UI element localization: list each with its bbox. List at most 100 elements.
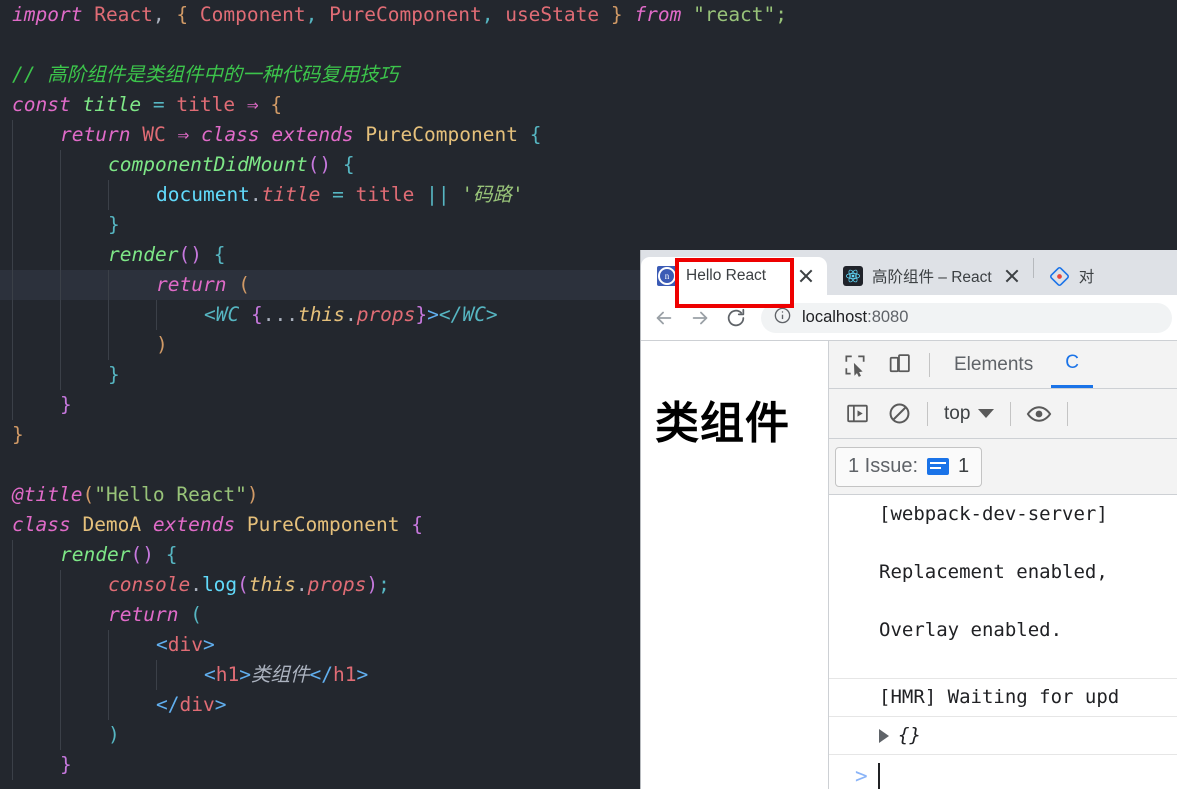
browser-tab-gaojie-zujian[interactable]: 高阶组件 – React — [827, 257, 1033, 295]
code-line[interactable]: const title = title ⇒ { — [0, 90, 1177, 120]
console-message-line: Replacement enabled, — [879, 561, 1108, 583]
execution-context-select[interactable]: top — [936, 403, 1002, 425]
inspect-element-icon[interactable] — [835, 345, 875, 385]
code-line[interactable]: } — [0, 210, 1177, 240]
indent-guide — [60, 270, 61, 300]
toolbar-divider — [927, 401, 928, 426]
code-line-text: componentDidMount() { — [108, 153, 355, 176]
code-line-text: } — [60, 393, 72, 416]
device-toolbar-icon[interactable] — [879, 345, 919, 385]
toolbar-divider — [1067, 401, 1069, 426]
indent-guide — [60, 150, 61, 180]
indent-guide — [108, 660, 109, 690]
code-line-text: import React, { Component, PureComponent… — [12, 3, 788, 26]
page-viewport: 类组件 — [641, 341, 829, 789]
url-host: localhost — [802, 308, 868, 326]
code-line[interactable]: import React, { Component, PureComponent… — [0, 0, 1177, 30]
code-line[interactable]: document.title = title || '码路' — [0, 180, 1177, 210]
issues-bar: 1 Issue: 1 — [829, 439, 1177, 495]
console-message-group: [webpack-dev-server] Replacement enabled… — [829, 495, 1177, 679]
issues-count: 1 — [958, 455, 970, 477]
indent-guide — [60, 360, 61, 390]
indent-guide — [12, 540, 13, 570]
indent-guide — [12, 150, 13, 180]
browser-tab-strip: n Hello React 高阶组件 – React 对 — [641, 250, 1177, 308]
console-output[interactable]: [webpack-dev-server] Replacement enabled… — [829, 495, 1177, 789]
reload-icon[interactable] — [719, 301, 753, 335]
expand-triangle-icon[interactable] — [879, 728, 889, 743]
console-object-row[interactable]: {} — [829, 717, 1177, 755]
issues-chip[interactable]: 1 Issue: 1 — [835, 446, 983, 487]
react-atom-icon — [843, 266, 863, 286]
indent-guide — [60, 240, 61, 270]
info-circle-icon[interactable] — [773, 306, 792, 330]
code-line-text: ) — [156, 333, 168, 356]
url-port: :8080 — [867, 308, 909, 326]
indent-guide — [12, 720, 13, 750]
code-line-text: } — [12, 423, 24, 446]
address-bar[interactable]: localhost:8080 — [761, 302, 1172, 333]
toolbar-divider — [929, 352, 930, 377]
code-line-text: render() { — [60, 543, 178, 566]
console-message-line: Overlay enabled. — [879, 619, 1063, 641]
indent-guide — [12, 630, 13, 660]
browser-tab-dui[interactable]: 对 — [1034, 257, 1105, 295]
clear-console-icon[interactable] — [879, 394, 919, 434]
code-line-text: ) — [108, 723, 120, 746]
code-line-text: } — [108, 213, 120, 236]
console-sidebar-icon[interactable] — [837, 394, 877, 434]
console-object-value: {} — [898, 724, 921, 746]
indent-guide — [108, 270, 109, 300]
browser-tab-hello-react[interactable]: n Hello React — [641, 257, 827, 295]
issues-label: 1 Issue: — [848, 455, 919, 477]
code-line-text: render() { — [108, 243, 226, 266]
close-icon[interactable] — [1001, 265, 1023, 287]
code-line[interactable] — [0, 30, 1177, 60]
forward-arrow-icon[interactable] — [683, 301, 717, 335]
console-toolbar: top — [829, 389, 1177, 439]
page-heading: 类组件 — [655, 398, 790, 449]
browser-nav-bar: localhost:8080 — [641, 295, 1177, 340]
indent-guide — [108, 300, 109, 330]
code-line-text: return WC ⇒ class extends PureComponent … — [60, 123, 542, 146]
indent-guide — [108, 690, 109, 720]
back-arrow-icon[interactable] — [647, 301, 681, 335]
browser-tab-label: 高阶组件 – React — [872, 269, 992, 286]
code-line-text: <h1>类组件</h1> — [204, 663, 369, 686]
eye-icon[interactable] — [1019, 394, 1059, 434]
chevron-down-icon — [978, 409, 995, 418]
indent-guide — [60, 660, 61, 690]
code-line[interactable]: // 高阶组件是类组件中的一种代码复用技巧 — [0, 60, 1177, 90]
console-prompt[interactable]: > — [829, 755, 1177, 789]
devtools-tab-elements[interactable]: Elements — [940, 341, 1047, 388]
indent-guide — [12, 600, 13, 630]
indent-guide — [12, 390, 13, 420]
code-line-text: console.log(this.props); — [108, 573, 390, 596]
toolbar-divider — [1010, 401, 1012, 426]
devtools-tab-console[interactable]: C — [1051, 341, 1093, 388]
code-line-text: } — [108, 363, 120, 386]
code-line[interactable]: componentDidMount() { — [0, 150, 1177, 180]
code-line-text: @title("Hello React") — [12, 483, 259, 506]
code-line-text: const title = title ⇒ { — [12, 93, 283, 116]
indent-guide — [156, 660, 157, 690]
indent-guide — [60, 720, 61, 750]
indent-guide — [60, 180, 61, 210]
diamond-blue-icon — [1050, 266, 1070, 286]
indent-guide — [12, 120, 13, 150]
code-line[interactable]: return WC ⇒ class extends PureComponent … — [0, 120, 1177, 150]
indent-guide — [12, 750, 13, 780]
prompt-chevron-icon: > — [855, 763, 868, 788]
indent-guide — [12, 240, 13, 270]
close-icon[interactable] — [795, 265, 817, 287]
code-line-text: </div> — [156, 693, 227, 716]
text-cursor — [877, 763, 880, 789]
indent-guide — [12, 180, 13, 210]
code-line-text: return ( — [108, 603, 202, 626]
indent-guide — [12, 570, 13, 600]
devtools-panel: Elements C top 1 Issue: 1 [webpack-dev-s… — [829, 341, 1177, 789]
indent-guide — [60, 210, 61, 240]
browser-tab-label: Hello React — [686, 267, 767, 284]
console-message-line: [HMR] Waiting for upd — [879, 686, 1120, 708]
indent-guide — [12, 270, 13, 300]
